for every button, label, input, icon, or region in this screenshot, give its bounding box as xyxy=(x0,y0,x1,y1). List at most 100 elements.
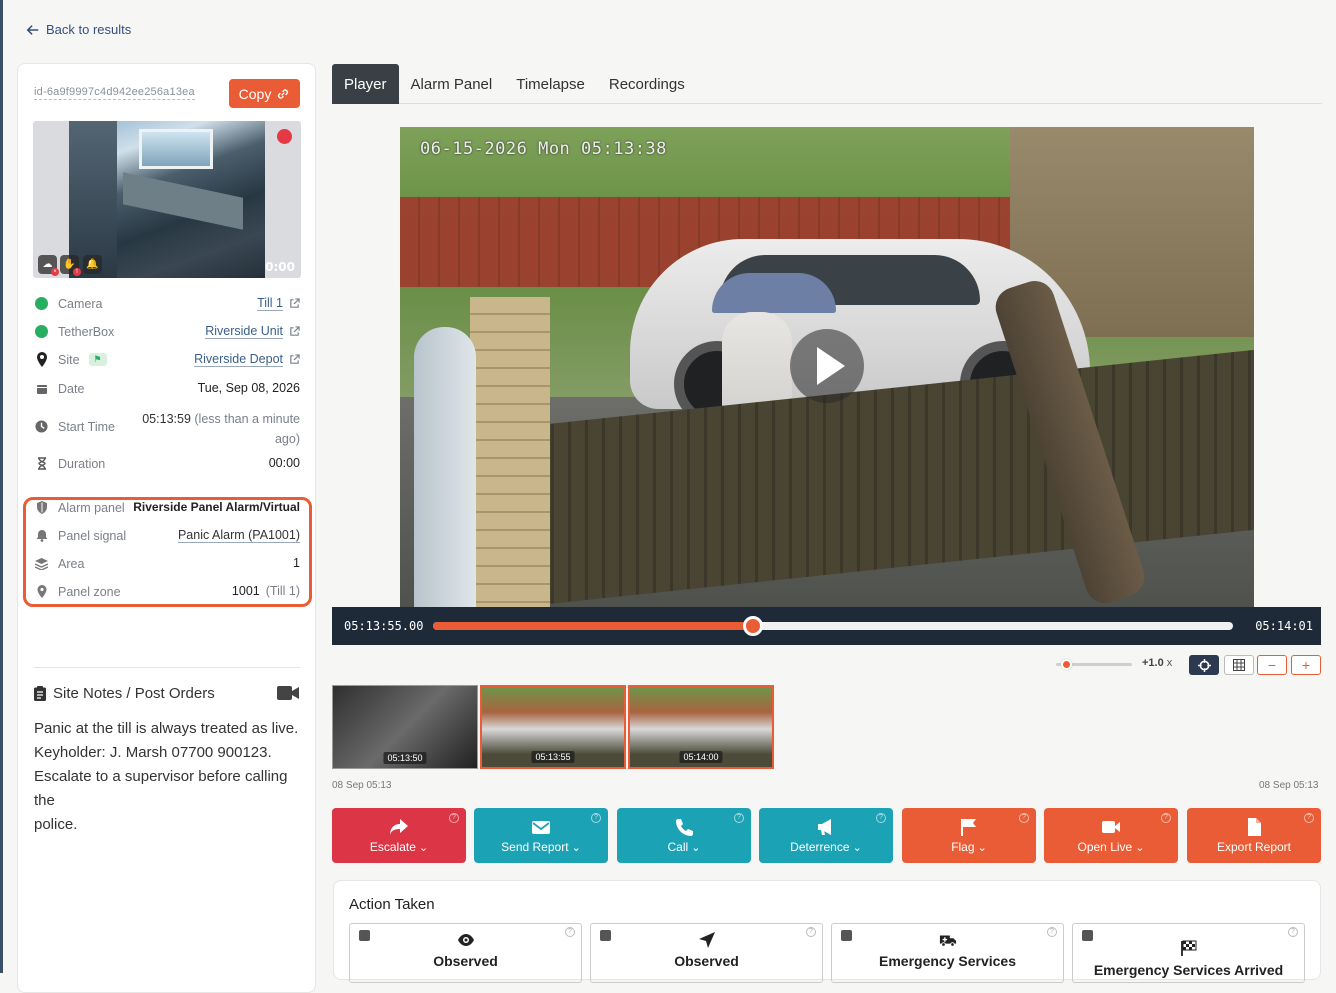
checkbox[interactable] xyxy=(841,930,852,941)
duration-row: Duration 00:00 xyxy=(34,456,300,471)
hand-stop-icon[interactable]: ✋! xyxy=(60,255,81,276)
export-report-label: Export Report xyxy=(1216,839,1292,854)
recording-indicator xyxy=(277,129,292,144)
camera-link[interactable]: Till 1 xyxy=(257,296,300,311)
start-time-relative-2: ago) xyxy=(274,432,300,446)
deterrence-button[interactable]: ? Deterrence xyxy=(759,808,893,863)
send-report-button[interactable]: ? Send Report xyxy=(474,808,608,863)
notes-line: Keyholder: J. Marsh 07700 900123. xyxy=(34,744,272,761)
play-button[interactable] xyxy=(790,329,864,403)
notes-line: Panic at the till is always treated as l… xyxy=(34,720,299,737)
flag-label: Flag xyxy=(951,840,987,854)
map-pin-icon xyxy=(34,352,49,367)
frames-start-date: 08 Sep 05:13 xyxy=(332,780,392,791)
escalate-label: Escalate xyxy=(370,840,428,854)
external-link-icon xyxy=(290,354,300,364)
tetherbox-value: Riverside Unit xyxy=(205,324,283,339)
action-card-label: Observed xyxy=(674,953,739,969)
frame-time: 05:13:50 xyxy=(383,752,427,764)
link-icon xyxy=(278,88,289,99)
back-to-results-link[interactable]: Back to results xyxy=(26,22,131,37)
frame-thumbnail[interactable]: 05:13:55 xyxy=(480,685,626,769)
frame-time: 05:14:00 xyxy=(679,751,723,763)
external-link-icon xyxy=(290,326,300,336)
camera-row: Camera Till 1 xyxy=(34,296,300,311)
panel-zone-row: Panel zone 1001 (Till 1) xyxy=(34,584,300,599)
tab-bar: Player Alarm Panel Timelapse Recordings xyxy=(332,64,1322,104)
zoom-in-button[interactable]: + xyxy=(1291,655,1321,675)
camera-label: Camera xyxy=(58,296,103,311)
panel-zone-value: 1001 xyxy=(231,584,260,598)
site-notes-label: Site Notes / Post Orders xyxy=(53,685,215,702)
clock-icon xyxy=(34,419,49,434)
action-card-observed[interactable]: ? Observed xyxy=(349,923,582,983)
seek-bar[interactable] xyxy=(433,616,1233,636)
call-label: Call xyxy=(668,840,701,854)
window-edge xyxy=(0,0,3,973)
tab-recordings[interactable]: Recordings xyxy=(597,64,697,104)
area-value: 1 xyxy=(293,556,300,570)
video-player[interactable]: 06-15-2026 Mon 05:13:38 xyxy=(400,127,1254,607)
help-icon: ? xyxy=(806,927,816,937)
ambulance-icon xyxy=(939,935,956,947)
speed-unit: x xyxy=(1166,657,1173,669)
tab-timelapse[interactable]: Timelapse xyxy=(504,64,597,104)
video-icon xyxy=(1102,820,1120,833)
current-time: 05:13:55.00 xyxy=(344,619,424,633)
envelope-icon xyxy=(532,820,550,834)
video-camera-icon[interactable] xyxy=(277,686,299,700)
start-time-label: Start Time xyxy=(58,419,115,434)
zoom-out-button[interactable]: − xyxy=(1257,655,1287,675)
site-map-icon[interactable]: ⚑ xyxy=(88,353,107,366)
status-online-icon xyxy=(35,297,48,310)
escalate-button[interactable]: ? Escalate xyxy=(332,808,466,863)
location-pin-icon xyxy=(34,584,49,599)
megaphone-icon xyxy=(818,818,831,835)
call-button[interactable]: ? Call xyxy=(617,808,751,863)
alarm-panel-value: Riverside Panel Alarm/Virtual xyxy=(133,500,300,514)
help-icon: ? xyxy=(876,813,886,823)
frame-thumbnail[interactable]: 05:13:50 xyxy=(332,685,478,769)
frame-time: 05:13:55 xyxy=(531,751,575,763)
site-notes-body: Panic at the till is always treated as l… xyxy=(34,717,304,837)
speed-slider[interactable] xyxy=(1052,656,1134,674)
back-label: Back to results xyxy=(46,22,132,37)
checkbox[interactable] xyxy=(600,930,611,941)
panel-signal-value: Panic Alarm (PA1001) xyxy=(177,528,300,543)
speed-handle[interactable] xyxy=(1061,659,1072,670)
action-card-emergency-services[interactable]: ? Emergency Services xyxy=(831,923,1064,983)
seek-progress xyxy=(433,622,753,630)
panel-signal-label: Panel signal xyxy=(58,528,127,543)
checkbox[interactable] xyxy=(359,930,370,941)
cloud-off-icon[interactable]: ☁ × xyxy=(38,255,59,276)
minus-icon: − xyxy=(1267,657,1277,673)
layers-icon xyxy=(34,556,49,571)
bell-icon[interactable]: 🔔 xyxy=(83,255,102,274)
tab-alarm-panel[interactable]: Alarm Panel xyxy=(399,64,505,104)
panel-signal-link[interactable]: Panic Alarm (PA1001) xyxy=(177,528,300,543)
site-row: Site ⚑ Riverside Depot xyxy=(34,352,300,367)
plus-icon: + xyxy=(1301,657,1311,673)
checkbox[interactable] xyxy=(1082,930,1093,941)
site-link[interactable]: Riverside Depot xyxy=(194,352,300,367)
camera-thumbnail[interactable]: ☁ × ✋! 🔔 0:00 xyxy=(33,121,301,278)
action-card-observed-2[interactable]: ? Observed xyxy=(590,923,823,983)
grid-button[interactable] xyxy=(1224,655,1254,675)
copy-button[interactable]: Copy xyxy=(229,79,300,108)
flag-icon xyxy=(961,818,976,836)
playback-bar: 05:13:55.00 05:14:01 xyxy=(332,607,1321,645)
flag-button[interactable]: ? Flag xyxy=(902,808,1036,863)
action-card-emergency-services-arrived[interactable]: ? Emergency Services Arrived xyxy=(1072,923,1305,983)
export-report-button[interactable]: ? Export Report xyxy=(1187,808,1321,863)
frame-thumbnail[interactable]: 05:14:00 xyxy=(628,685,774,769)
crosshair-button[interactable] xyxy=(1189,655,1219,675)
checkered-flag-icon xyxy=(1180,940,1196,956)
alarm-panel-label: Alarm panel xyxy=(58,500,125,515)
tetherbox-link[interactable]: Riverside Unit xyxy=(205,324,300,339)
open-live-button[interactable]: ? Open Live xyxy=(1044,808,1178,863)
shield-icon xyxy=(34,500,49,515)
external-link-icon xyxy=(290,298,300,308)
start-time-value: 05:13:59 xyxy=(142,412,191,426)
tab-player[interactable]: Player xyxy=(332,64,399,104)
seek-handle[interactable] xyxy=(743,616,763,636)
